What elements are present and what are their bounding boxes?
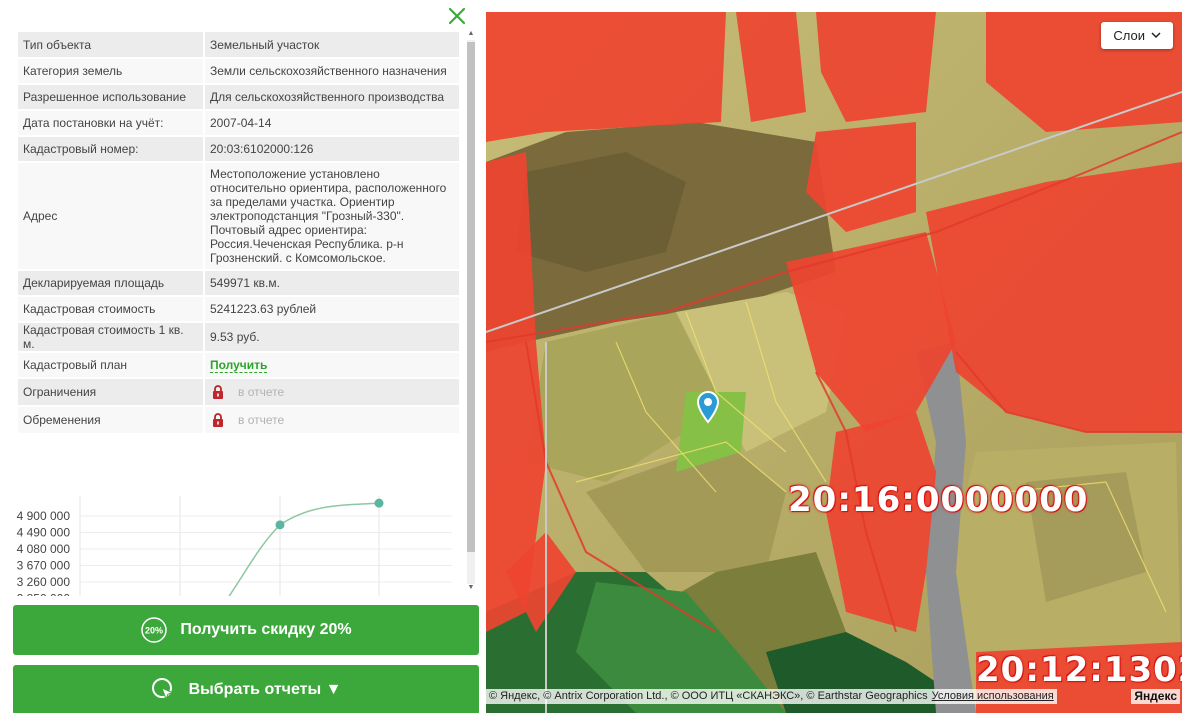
layers-button-label: Слои	[1113, 28, 1145, 43]
y-tick-label: 3 670 000	[17, 559, 71, 573]
table-row: Адрес Местоположение установлено относите…	[18, 162, 459, 271]
row-value: в отчете	[204, 378, 459, 407]
table-row: Ограничения в отчете	[18, 378, 459, 407]
discount-badge-icon: 20%	[140, 616, 168, 644]
terms-link[interactable]: Условия использования	[932, 690, 1054, 702]
scrollbar-thumb[interactable]	[467, 42, 475, 552]
row-label: Обременения	[18, 406, 205, 435]
row-value: Земли сельскохозяйственного назначения	[204, 58, 459, 85]
table-row: Кадастровая стоимость 1 кв. м. 9.53 руб.	[18, 322, 459, 353]
info-panel: Тип объекта Земельный участок Категория з…	[0, 0, 486, 713]
data-point	[374, 498, 384, 508]
y-tick-label: 2 850 000	[17, 592, 71, 597]
lock-icon	[212, 413, 224, 428]
row-value: 549971 кв.м.	[204, 270, 459, 297]
table-row: Тип объекта Земельный участок	[18, 32, 459, 59]
row-label: Тип объекта	[18, 32, 205, 59]
close-icon[interactable]	[447, 6, 467, 26]
map-copyright: © Яндекс, © Antrix Corporation Ltd., © О…	[486, 689, 1057, 704]
data-point	[275, 520, 285, 530]
row-value: Земельный участок	[204, 32, 459, 59]
discount-button-label: Получить скидку 20%	[180, 621, 352, 638]
y-tick-label: 4 490 000	[17, 526, 71, 540]
layers-button[interactable]: Слои	[1101, 22, 1173, 49]
table-row: Разрешенное использование Для сельскохозя…	[18, 84, 459, 111]
svg-text:20%: 20%	[145, 626, 163, 636]
table-row: Кадастровый номер: 20:03:6102000:126	[18, 136, 459, 163]
get-discount-button[interactable]: 20% Получить скидку 20%	[13, 605, 479, 655]
row-label: Декларируемая площадь	[18, 270, 205, 297]
cadastral-label: 20:12:13020	[976, 650, 1182, 690]
row-label: Категория земель	[18, 58, 205, 85]
map-view[interactable]: 20:16:0000000 20:12:13020 Слои © Яндекс,…	[486, 12, 1182, 713]
row-value: 9.53 руб.	[204, 322, 459, 353]
satellite-map[interactable]	[486, 12, 1182, 713]
scroll-up-icon[interactable]: ▲	[467, 30, 475, 38]
in-report-text: в отчете	[238, 412, 285, 427]
panel-scroll-area[interactable]: Тип объекта Земельный участок Категория з…	[12, 30, 479, 596]
row-value: Получить	[204, 352, 459, 379]
row-value: 5241223.63 рублей	[204, 296, 459, 323]
in-report-text: в отчете	[238, 384, 285, 399]
row-value: Для сельскохозяйственного производства	[204, 84, 459, 111]
row-label: Кадастровый номер:	[18, 136, 205, 163]
chevron-down-icon	[1151, 32, 1161, 39]
cadastral-value-chart: 4 900 000 4 490 000 4 080 000 3 670 000 3 26…	[17, 496, 452, 597]
get-plan-link[interactable]: Получить	[210, 358, 268, 373]
panel-scrollbar[interactable]: ▲ ▼	[465, 30, 477, 594]
row-label: Кадастровая стоимость	[18, 296, 205, 323]
y-tick-label: 4 080 000	[17, 542, 71, 556]
table-row: Декларируемая площадь 549971 кв.м.	[18, 270, 459, 297]
table-row: Кадастровая стоимость 5241223.63 рублей	[18, 296, 459, 323]
row-label: Адрес	[18, 162, 205, 271]
scroll-down-icon[interactable]: ▼	[467, 584, 475, 592]
cadastral-label: 20:16:0000000	[788, 480, 1089, 520]
row-label: Ограничения	[18, 378, 205, 407]
y-tick-label: 3 260 000	[17, 575, 71, 589]
select-reports-button[interactable]: Выбрать отчеты ▼	[13, 665, 479, 713]
copyright-text: © Яндекс, © Antrix Corporation Ltd., © О…	[489, 690, 928, 702]
property-table: Тип объекта Земельный участок Категория з…	[18, 32, 459, 435]
row-value: 2007-04-14	[204, 110, 459, 137]
row-label: Кадастровый план	[18, 352, 205, 379]
lock-icon	[212, 385, 224, 400]
row-label: Разрешенное использование	[18, 84, 205, 111]
table-row: Обременения в отчете	[18, 406, 459, 435]
row-value: в отчете	[204, 406, 459, 435]
cursor-click-icon	[151, 677, 177, 703]
row-label: Дата постановки на учёт:	[18, 110, 205, 137]
yandex-logo: Яндекс	[1131, 689, 1180, 704]
table-row: Категория земель Земли сельскохозяйственн…	[18, 58, 459, 85]
row-label: Кадастровая стоимость 1 кв. м.	[18, 322, 205, 353]
address-value: Местоположение установлено относительно …	[204, 162, 459, 271]
table-row: Дата постановки на учёт: 2007-04-14	[18, 110, 459, 137]
reports-button-label: Выбрать отчеты ▼	[188, 681, 342, 698]
table-row: Кадастровый план Получить	[18, 352, 459, 379]
y-tick-label: 4 900 000	[17, 509, 71, 523]
row-value: 20:03:6102000:126	[204, 136, 459, 163]
